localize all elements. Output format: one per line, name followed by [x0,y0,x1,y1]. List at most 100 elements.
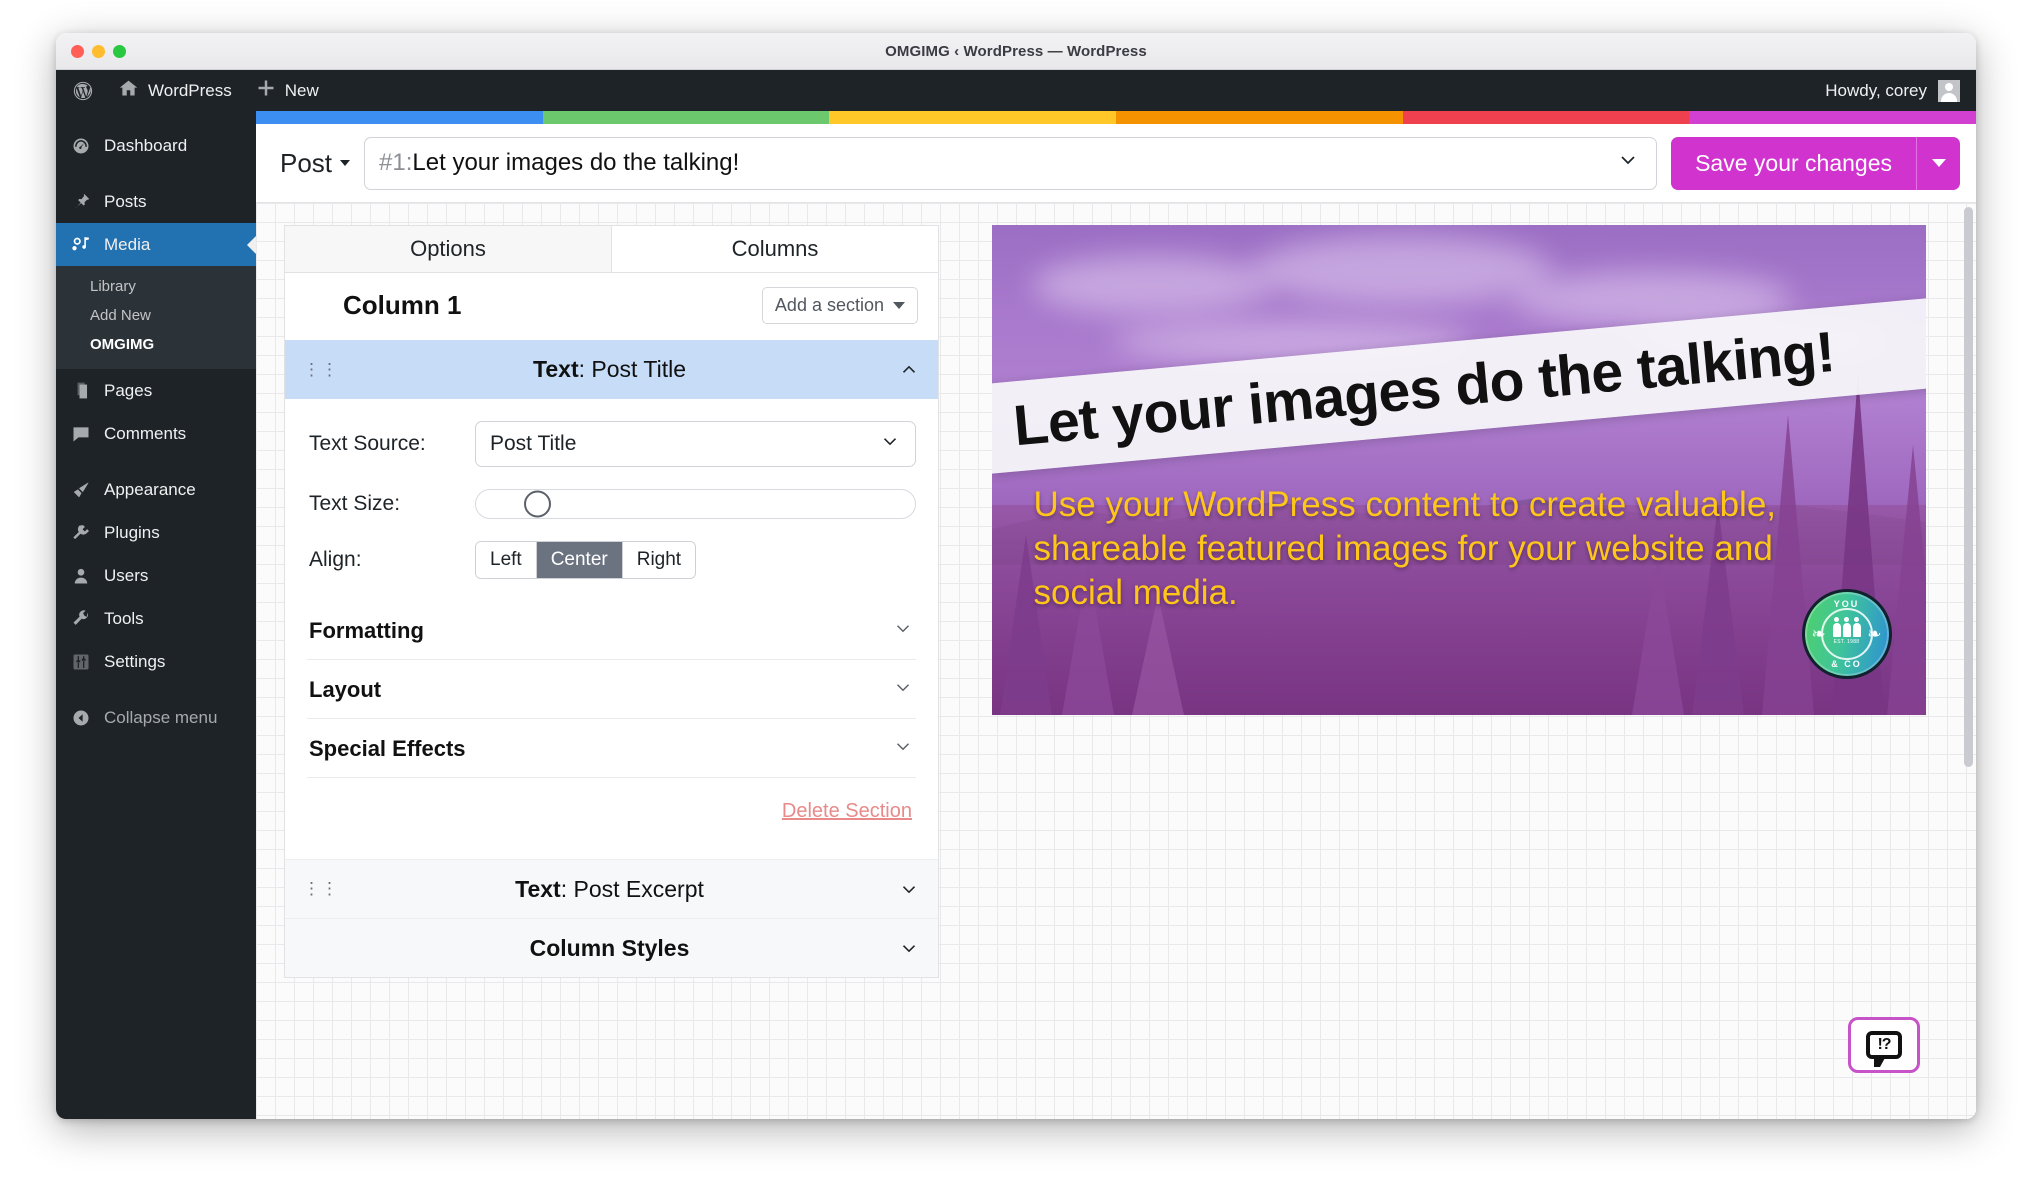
pin-icon [70,191,92,213]
badge-figures-icon [1832,617,1861,637]
editor-canvas: Options Columns Column 1 Add a section ⋮… [256,203,1976,1119]
section-header-post-excerpt[interactable]: ⋮⋮ Text: Post Excerpt [285,859,938,918]
section-header-column-styles[interactable]: Column Styles [285,918,938,977]
site-name-menu[interactable]: WordPress [106,70,244,111]
editor-main: Post #1: Let your images do the talking!… [256,111,1976,1119]
accordion-special-effects[interactable]: Special Effects [307,719,916,778]
maximize-window-button[interactable] [113,45,126,58]
editor-toolbar: Post #1: Let your images do the talking!… [256,124,1976,203]
chevron-down-icon [892,617,914,645]
save-options-button[interactable] [1916,136,1960,190]
add-section-label: Add a section [774,295,884,315]
drag-handle-icon[interactable]: ⋮⋮ [303,880,338,897]
sidebar-subitem-add-new[interactable]: Add New [56,301,256,330]
badge-inner-ring: EST. 1988 [1820,608,1873,660]
delete-section-link[interactable]: Delete Section [782,800,912,822]
align-left-button[interactable]: Left [476,542,536,578]
save-button-group[interactable]: Save your changes [1671,136,1960,190]
badge-top-word: YOU [1833,599,1860,609]
sidebar-item-label: Posts [104,191,147,211]
laurel-left-icon: ❧ [1811,624,1826,644]
canvas-scrollbar[interactable] [1964,207,1973,767]
save-button[interactable]: Save your changes [1671,136,1916,190]
featured-image-preview[interactable]: Let your images do the talking! Use your… [991,225,1926,715]
sidebar-item-tools[interactable]: Tools [56,597,256,640]
slider-knob[interactable] [524,490,551,518]
collapse-menu-button[interactable]: Collapse menu [56,696,256,739]
section-header-post-title[interactable]: ⋮⋮ Text: Post Title [285,340,938,399]
stripe-green [542,111,830,124]
close-window-button[interactable] [71,45,84,58]
caret-down-icon [893,302,905,309]
caret-down-icon [340,160,351,166]
group-badge-icon: YOU & CO ❧ ❧ EST. 1988 [1801,589,1892,679]
figure-icon [1832,617,1841,637]
sidebar-item-plugins[interactable]: Plugins [56,511,256,554]
sidebar-item-label: Settings [104,651,166,671]
section-type-label: Text [515,875,561,902]
section-name-label: : Post Title [578,356,686,382]
post-selector[interactable]: #1: Let your images do the talking! [364,136,1658,190]
my-account-menu[interactable]: Howdy, corey [1825,70,1976,111]
comment-icon [70,423,92,445]
chevron-up-icon[interactable] [898,359,920,381]
tab-options[interactable]: Options [284,225,611,272]
feedback-button[interactable]: !? [1848,1017,1920,1073]
accordion-layout[interactable]: Layout [307,660,916,719]
text-size-row: Text Size: [307,489,916,519]
sidebar-item-posts[interactable]: Posts [56,180,256,223]
drag-handle-icon[interactable]: ⋮⋮ [303,361,338,378]
cloud-decor [1031,255,1272,315]
text-size-slider[interactable] [475,489,916,519]
sidebar-item-pages[interactable]: Pages [56,369,256,412]
chevron-down-icon [892,676,914,704]
delete-section-row: Delete Section [307,778,916,849]
post-type-label: Post [280,147,333,178]
text-source-select[interactable]: Post Title [475,421,916,467]
wp-admin-bar: WordPress New Howdy, corey [56,70,1976,111]
sliders-icon [70,651,92,673]
minimize-window-button[interactable] [92,45,105,58]
window-traffic-lights[interactable] [71,45,126,58]
sidebar-item-appearance[interactable]: Appearance [56,468,256,511]
sidebar-item-label: Users [104,565,149,585]
collapse-arrow-icon [70,707,92,729]
accordion-formatting[interactable]: Formatting [307,601,916,660]
sidebar-item-settings[interactable]: Settings [56,640,256,683]
column-styles-label: Column Styles [529,934,690,961]
wrench-icon [70,608,92,630]
collapse-menu-label: Collapse menu [104,707,218,727]
chevron-down-icon[interactable] [898,878,920,900]
laurel-right-icon: ❧ [1867,624,1882,644]
sidebar-subitem-omgimg[interactable]: OMGIMG [56,330,256,359]
color-stripe-bar [256,111,1976,124]
preview-excerpt-overlay: Use your WordPress content to create val… [1033,485,1777,613]
sidebar-subitem-library[interactable]: Library [56,272,256,301]
accordion-label: Special Effects [309,736,466,761]
wordpress-logo-icon[interactable] [56,70,106,111]
sidebar-item-dashboard[interactable]: Dashboard [56,124,256,167]
tab-columns[interactable]: Columns [611,225,939,272]
plus-icon [256,78,276,103]
align-right-button[interactable]: Right [621,542,696,578]
pages-icon [70,380,92,402]
panel-tabs: Options Columns [284,225,939,272]
align-button-group: Left Center Right [475,541,697,579]
add-section-button[interactable]: Add a section [761,287,918,324]
new-content-menu[interactable]: New [244,70,331,111]
align-center-button[interactable]: Center [535,542,622,578]
text-source-value: Post Title [490,432,577,455]
badge-est-label: EST. 1988 [1833,639,1860,645]
sidebar-item-comments[interactable]: Comments [56,412,256,455]
panel-body: Column 1 Add a section ⋮⋮ Text: Post Tit… [284,272,939,978]
media-icon [70,234,92,256]
text-size-label: Text Size: [309,492,401,515]
post-type-dropdown[interactable]: Post [280,147,351,179]
sidebar-item-users[interactable]: Users [56,554,256,597]
chevron-down-icon[interactable] [898,937,920,959]
media-submenu: Library Add New OMGIMG [56,266,256,369]
dashboard-icon [70,135,92,157]
sidebar-item-media[interactable]: Media [56,223,257,266]
brush-icon [70,479,92,501]
